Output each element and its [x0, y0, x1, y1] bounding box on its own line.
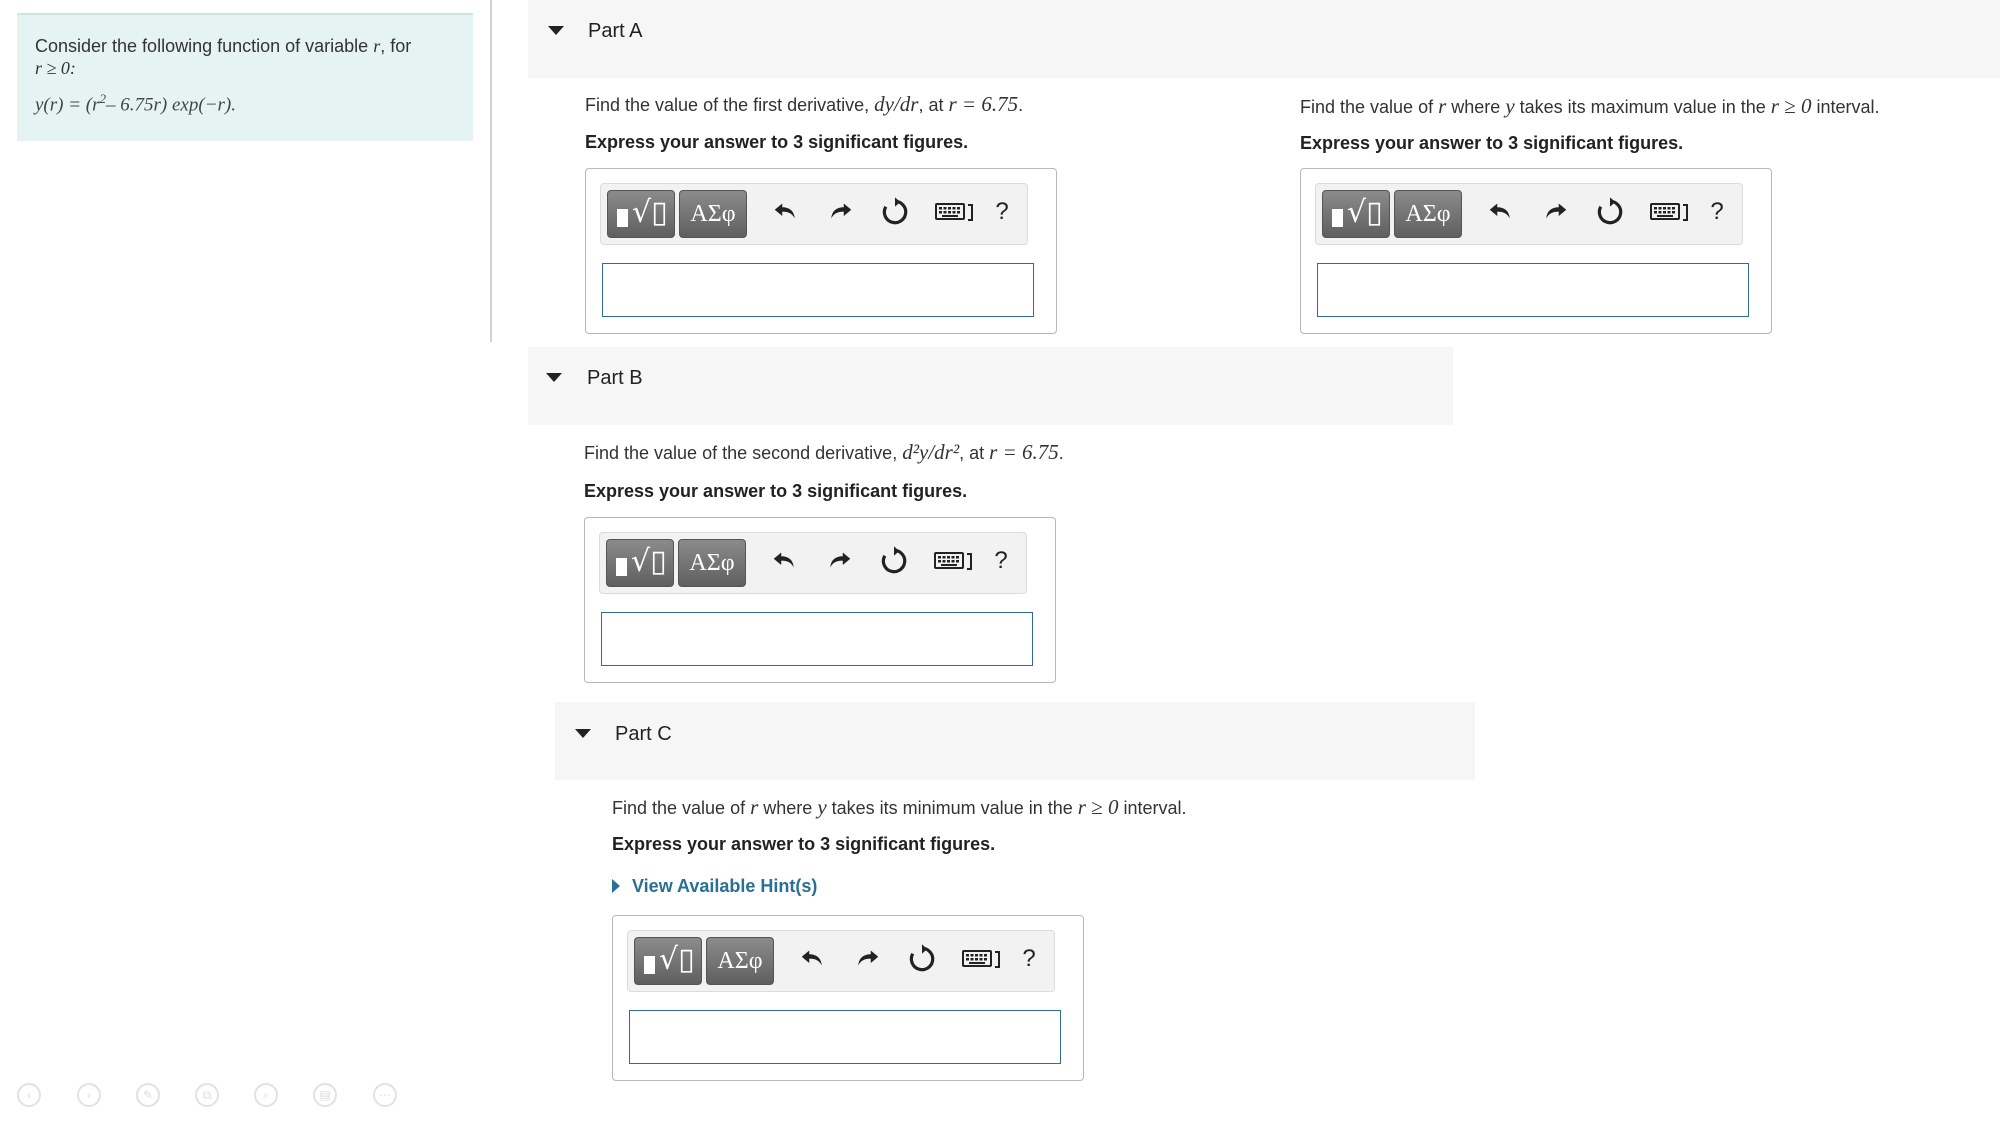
panel-divider	[490, 0, 492, 342]
expand-triangle-icon	[612, 879, 620, 893]
reset-icon[interactable]	[905, 943, 939, 980]
greek-symbols-button[interactable]: ΑΣφ	[679, 190, 747, 238]
math-toolbar: √▯ ΑΣφ ?	[1315, 183, 1743, 245]
part-b-answer-widget: √▯ ΑΣφ ?	[584, 517, 1056, 683]
question-math: r = 6.75	[989, 440, 1059, 464]
intro-text-suffix: , for	[380, 36, 412, 56]
question-text: .	[1018, 95, 1024, 115]
question-text: takes its maximum value in the	[1514, 97, 1771, 117]
redo-icon[interactable]	[823, 196, 857, 231]
part-a-instruction: Express your answer to 3 significant fig…	[585, 132, 969, 152]
question-text: interval.	[1118, 798, 1187, 818]
part-b-header[interactable]: Part B	[528, 347, 1453, 425]
collapse-caret-icon[interactable]	[548, 26, 564, 35]
redo-icon[interactable]	[822, 545, 856, 580]
header-band	[1246, 63, 2000, 78]
zoom-icon[interactable]: ⌕	[254, 1083, 278, 1107]
part-a-answer-widget: √▯ ΑΣφ ?	[585, 168, 1057, 334]
question-text: takes its minimum value in the	[826, 798, 1078, 818]
question-text: where	[1446, 97, 1506, 117]
keyboard-icon[interactable]	[1648, 196, 1692, 231]
print-icon[interactable]: ▤	[313, 1083, 337, 1107]
math-toolbar: √▯ ΑΣφ ?	[627, 930, 1055, 992]
reset-icon[interactable]	[1593, 196, 1627, 233]
part-c-title: Part C	[615, 723, 672, 745]
question-math: r ≥ 0	[1077, 795, 1119, 819]
answer-input[interactable]	[601, 612, 1033, 666]
question-text: , at	[918, 95, 949, 115]
undo-icon[interactable]	[768, 545, 802, 580]
template-icon[interactable]: √▯	[607, 190, 675, 238]
part-b-instruction: Express your answer to 3 significant fig…	[584, 481, 968, 501]
pen-icon[interactable]: ✎	[136, 1083, 160, 1107]
keyboard-icon[interactable]	[932, 545, 976, 580]
help-icon[interactable]: ?	[988, 547, 1014, 575]
part-c-header[interactable]: Part C	[555, 702, 1475, 780]
back-icon[interactable]: ‹	[17, 1083, 41, 1107]
answer-input[interactable]	[1317, 263, 1749, 317]
reset-icon[interactable]	[877, 545, 911, 582]
hint-label: View Available Hint(s)	[632, 876, 818, 896]
undo-icon[interactable]	[769, 196, 803, 231]
formula-rest: – 6.75r) exp(−r).	[106, 94, 236, 116]
redo-icon[interactable]	[1538, 196, 1572, 231]
collapse-caret-icon[interactable]	[546, 373, 562, 382]
question-text: interval.	[1811, 97, 1880, 117]
collapse-caret-icon[interactable]	[575, 729, 591, 738]
template-icon[interactable]: √▯	[606, 539, 674, 587]
play-icon[interactable]: ›	[77, 1083, 101, 1107]
question-text: .	[1058, 443, 1064, 463]
question-text: , at	[959, 443, 990, 463]
help-icon[interactable]: ?	[1704, 198, 1730, 226]
max-answer-widget: √▯ ΑΣφ ?	[1300, 168, 1772, 334]
problem-statement: Consider the following function of varia…	[17, 13, 473, 141]
function-formula: y(r) = (r2– 6.75r) exp(−r).	[35, 91, 455, 116]
question-text: Find the value of the second derivative,	[584, 443, 903, 463]
intro-text-prefix: Consider the following function of varia…	[35, 36, 374, 56]
undo-icon[interactable]	[796, 943, 830, 978]
question-math: r ≥ 0	[1770, 94, 1812, 118]
max-question: Find the value of r where y takes its ma…	[1300, 94, 1879, 119]
greek-symbols-button[interactable]: ΑΣφ	[1394, 190, 1462, 238]
header-band	[1453, 0, 2000, 63]
intro-condition: r ≥ 0:	[35, 58, 76, 78]
part-c-answer-widget: √▯ ΑΣφ ?	[612, 915, 1084, 1081]
question-text: Find the value of	[612, 798, 751, 818]
formula-lhs: y(r) = (r	[35, 94, 100, 116]
view-hints-link[interactable]: View Available Hint(s)	[612, 876, 817, 897]
part-c-instruction: Express your answer to 3 significant fig…	[612, 834, 996, 854]
question-math: dy/dr	[874, 92, 919, 116]
part-b-title: Part B	[587, 367, 643, 389]
keyboard-icon[interactable]	[933, 196, 977, 231]
more-icon[interactable]: ⋯	[373, 1083, 397, 1107]
answer-input[interactable]	[602, 263, 1034, 317]
answer-input[interactable]	[629, 1010, 1061, 1064]
template-icon[interactable]: √▯	[634, 937, 702, 985]
help-icon[interactable]: ?	[989, 198, 1015, 226]
question-text: where	[758, 798, 818, 818]
help-icon[interactable]: ?	[1016, 945, 1042, 973]
question-math: y	[1505, 94, 1515, 118]
copy-icon[interactable]: ⧉	[195, 1083, 219, 1107]
max-instruction: Express your answer to 3 significant fig…	[1300, 133, 1684, 153]
question-text: Find the value of	[1300, 97, 1439, 117]
greek-symbols-button[interactable]: ΑΣφ	[678, 539, 746, 587]
part-a-question: Find the value of the first derivative, …	[585, 92, 1023, 117]
redo-icon[interactable]	[850, 943, 884, 978]
question-math: d²y/dr²	[902, 440, 960, 464]
keyboard-icon[interactable]	[960, 943, 1004, 978]
part-a-title: Part A	[588, 20, 643, 42]
math-toolbar: √▯ ΑΣφ ?	[600, 183, 1028, 245]
undo-icon[interactable]	[1484, 196, 1518, 231]
template-icon[interactable]: √▯	[1322, 190, 1390, 238]
part-c-question: Find the value of r where y takes its mi…	[612, 795, 1186, 820]
greek-symbols-button[interactable]: ΑΣφ	[706, 937, 774, 985]
math-toolbar: √▯ ΑΣφ ?	[599, 532, 1027, 594]
question-math: y	[817, 795, 827, 819]
part-b-question: Find the value of the second derivative,…	[584, 440, 1064, 465]
problem-text: Consider the following function of varia…	[35, 35, 455, 79]
reset-icon[interactable]	[878, 196, 912, 233]
question-math: r = 6.75	[948, 92, 1019, 116]
question-text: Find the value of the first derivative,	[585, 95, 875, 115]
